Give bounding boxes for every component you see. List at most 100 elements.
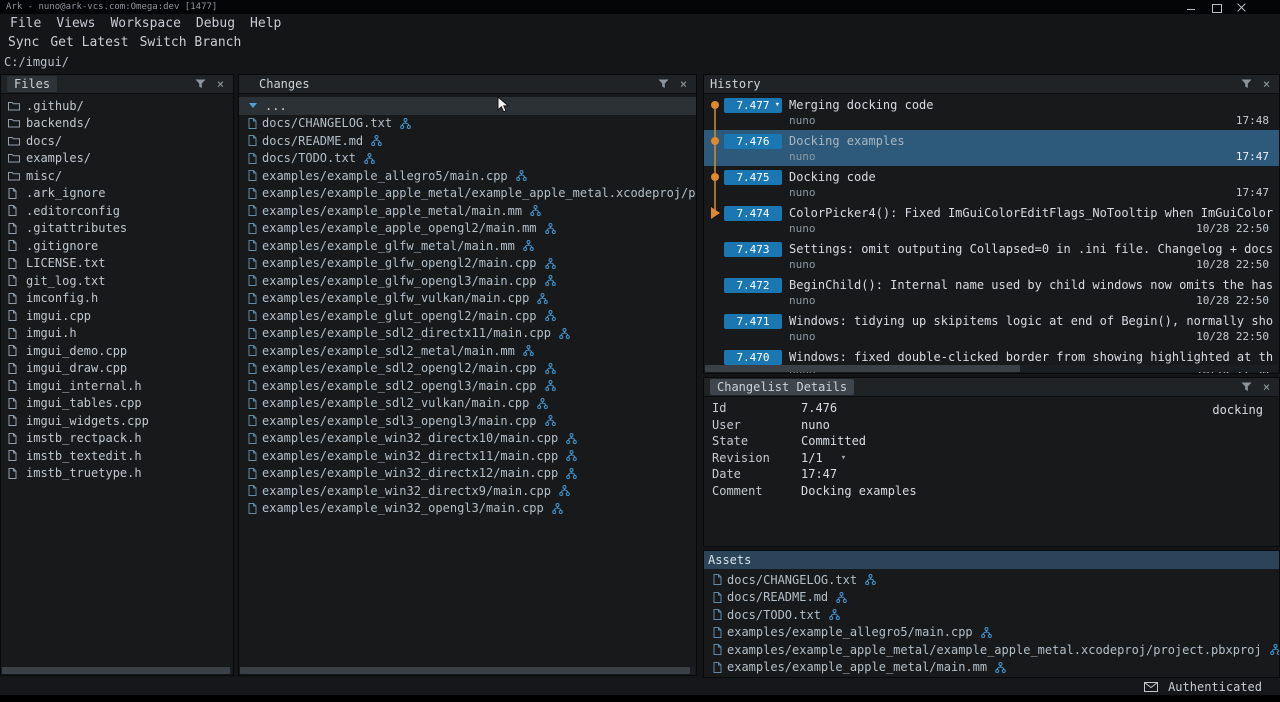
changeset-badge[interactable]: 7.476 ▾ xyxy=(724,134,782,149)
file-tree-item[interactable]: backends/ xyxy=(1,115,233,133)
file-tree-item[interactable]: imstb_textedit.h xyxy=(1,447,233,465)
changed-file-row[interactable]: examples/example_sdl2_metal/main.mm xyxy=(239,342,696,360)
history-commit-row[interactable]: 7.474 ▾ ColorPicker4(): Fixed ImGuiColor… xyxy=(704,202,1279,238)
close-panel-icon[interactable]: × xyxy=(214,78,227,91)
changed-file-row[interactable]: examples/example_glfw_opengl3/main.cpp xyxy=(239,272,696,290)
file-tree-item[interactable]: imgui_internal.h xyxy=(1,377,233,395)
changed-file-row[interactable]: examples/example_sdl2_vulkan/main.cpp xyxy=(239,395,696,413)
file-tree-item[interactable]: LICENSE.txt xyxy=(1,255,233,273)
changed-file-row[interactable]: examples/example_win32_directx9/main.cpp xyxy=(239,482,696,500)
close-panel-icon[interactable]: × xyxy=(1260,381,1273,394)
changeset-badge[interactable]: 7.473 ▾ xyxy=(724,242,782,257)
changed-file-row[interactable]: examples/example_glfw_metal/main.mm xyxy=(239,237,696,255)
changes-root-row[interactable]: ... xyxy=(239,97,696,115)
menu-item[interactable]: Debug xyxy=(196,16,235,31)
changeset-badge[interactable]: 7.475 ▾ xyxy=(724,170,782,185)
document-icon xyxy=(248,135,257,146)
filter-icon[interactable] xyxy=(1240,78,1253,91)
changes-panel-title: Changes xyxy=(245,77,310,91)
close-panel-icon[interactable]: × xyxy=(1260,78,1273,91)
asset-file-row[interactable]: examples/example_allegro5/main.cpp xyxy=(704,624,1279,642)
changed-file-row[interactable]: examples/example_glfw_opengl2/main.cpp xyxy=(239,255,696,273)
file-tree-item[interactable]: examples/ xyxy=(1,150,233,168)
menu-item-label: Debug xyxy=(196,16,235,31)
file-tree-item[interactable]: misc/ xyxy=(1,167,233,185)
changed-file-row[interactable]: examples/example_glut_opengl2/main.cpp xyxy=(239,307,696,325)
changed-file-row[interactable]: docs/CHANGELOG.txt xyxy=(239,115,696,133)
menu-item[interactable]: Workspace xyxy=(110,16,180,31)
changed-file-row[interactable]: examples/example_win32_directx12/main.cp… xyxy=(239,465,696,483)
changed-file-row[interactable]: examples/example_apple_metal/main.mm xyxy=(239,202,696,220)
files-hscrollbar[interactable] xyxy=(2,667,232,674)
changeset-badge[interactable]: 7.470 ▾ xyxy=(724,350,782,365)
file-tree-item[interactable]: imgui_widgets.cpp xyxy=(1,412,233,430)
file-tree-item[interactable]: imstb_rectpack.h xyxy=(1,430,233,448)
file-tree-item[interactable]: .gitattributes xyxy=(1,220,233,238)
expand-triangle-icon[interactable] xyxy=(249,103,257,108)
toolbar-button[interactable]: Switch Branch xyxy=(140,35,242,50)
toolbar-button[interactable]: Get Latest xyxy=(50,35,128,50)
history-hscrollbar[interactable] xyxy=(705,365,1278,372)
asset-file-row[interactable]: examples/example_apple_metal/example_app… xyxy=(704,641,1279,659)
changed-file-row[interactable]: docs/TODO.txt xyxy=(239,150,696,168)
file-tree-item[interactable]: .ark_ignore xyxy=(1,185,233,203)
changed-file-row[interactable]: examples/example_allegro5/main.cpp xyxy=(239,167,696,185)
changed-file-row[interactable]: examples/example_sdl3_opengl3/main.cpp xyxy=(239,412,696,430)
changed-file-row[interactable]: examples/example_glfw_vulkan/main.cpp xyxy=(239,290,696,308)
maximize-icon[interactable] xyxy=(1212,3,1221,12)
file-tree-item[interactable]: imconfig.h xyxy=(1,290,233,308)
filter-icon[interactable] xyxy=(1240,381,1253,394)
changed-file-row[interactable]: examples/example_win32_opengl3/main.cpp xyxy=(239,500,696,518)
revision-dropdown-icon[interactable]: ▾ xyxy=(841,453,846,463)
assets-header[interactable]: Assets xyxy=(704,551,1279,569)
changed-file-row[interactable]: examples/example_apple_metal/example_app… xyxy=(239,185,696,203)
close-panel-icon[interactable]: × xyxy=(677,78,690,91)
filter-icon[interactable] xyxy=(194,78,207,91)
menu-item[interactable]: Help xyxy=(250,16,281,31)
changed-file-row[interactable]: examples/example_apple_opengl2/main.mm xyxy=(239,220,696,238)
file-tree-item[interactable]: docs/ xyxy=(1,132,233,150)
filter-icon[interactable] xyxy=(657,78,670,91)
asset-file-row[interactable]: docs/README.md xyxy=(704,589,1279,607)
minimize-icon[interactable] xyxy=(1187,3,1196,12)
file-tree-item[interactable]: git_log.txt xyxy=(1,272,233,290)
file-tree-item[interactable]: imgui_tables.cpp xyxy=(1,395,233,413)
asset-file-row[interactable]: docs/CHANGELOG.txt xyxy=(704,571,1279,589)
mail-icon[interactable] xyxy=(1144,682,1158,692)
changed-file-row[interactable]: examples/example_sdl2_opengl2/main.cpp xyxy=(239,360,696,378)
history-commit-row[interactable]: 7.471 ▾ Windows: tidying up skipitems lo… xyxy=(704,310,1279,346)
history-commit-row[interactable]: 7.476 ▾ Docking examples nuno 17:47 xyxy=(704,130,1279,166)
history-commit-row[interactable]: 7.477 ▾ Merging docking code nuno 17:48 xyxy=(704,94,1279,130)
changed-file-row[interactable]: docs/README.md xyxy=(239,132,696,150)
changeset-badge[interactable]: 7.477 ▾ xyxy=(724,98,782,113)
changed-file-row[interactable]: examples/example_win32_directx11/main.cp… xyxy=(239,447,696,465)
history-commit-row[interactable]: 7.472 ▾ BeginChild(): Internal name used… xyxy=(704,274,1279,310)
file-tree-item[interactable]: .editorconfig xyxy=(1,202,233,220)
history-commit-row[interactable]: 7.475 ▾ Docking code nuno 17:47 xyxy=(704,166,1279,202)
file-tree-item[interactable]: imgui.cpp xyxy=(1,307,233,325)
file-tree-item[interactable]: imgui.h xyxy=(1,325,233,343)
asset-file-row[interactable]: docs/TODO.txt xyxy=(704,606,1279,624)
file-label: imstb_textedit.h xyxy=(26,449,142,463)
close-icon[interactable] xyxy=(1237,3,1246,12)
menu-item[interactable]: Views xyxy=(56,16,95,31)
file-tree-item[interactable]: imgui_demo.cpp xyxy=(1,342,233,360)
file-tree-item[interactable]: imgui_draw.cpp xyxy=(1,360,233,378)
folder-icon xyxy=(8,171,20,181)
changed-file-row[interactable]: examples/example_win32_directx10/main.cp… xyxy=(239,430,696,448)
file-tree-item[interactable]: imstb_truetype.h xyxy=(1,465,233,483)
changeset-badge[interactable]: 7.472 ▾ xyxy=(724,278,782,293)
history-commit-row[interactable]: 7.473 ▾ Settings: omit outputing Collaps… xyxy=(704,238,1279,274)
asset-file-row[interactable]: examples/example_apple_metal/main.mm xyxy=(704,659,1279,677)
changeset-badge[interactable]: 7.471 ▾ xyxy=(724,314,782,329)
branch-icon xyxy=(1270,644,1279,655)
file-tree-item[interactable]: .github/ xyxy=(1,97,233,115)
changeset-badge[interactable]: 7.474 ▾ xyxy=(724,206,782,221)
commit-dropdown-icon[interactable]: ▾ xyxy=(775,98,780,112)
changed-file-row[interactable]: examples/example_sdl2_directx11/main.cpp xyxy=(239,325,696,343)
changes-hscrollbar[interactable] xyxy=(240,667,695,674)
toolbar-button[interactable]: Sync xyxy=(8,35,39,50)
file-tree-item[interactable]: .gitignore xyxy=(1,237,233,255)
changed-file-row[interactable]: examples/example_sdl2_opengl3/main.cpp xyxy=(239,377,696,395)
menu-item[interactable]: File xyxy=(10,16,41,31)
